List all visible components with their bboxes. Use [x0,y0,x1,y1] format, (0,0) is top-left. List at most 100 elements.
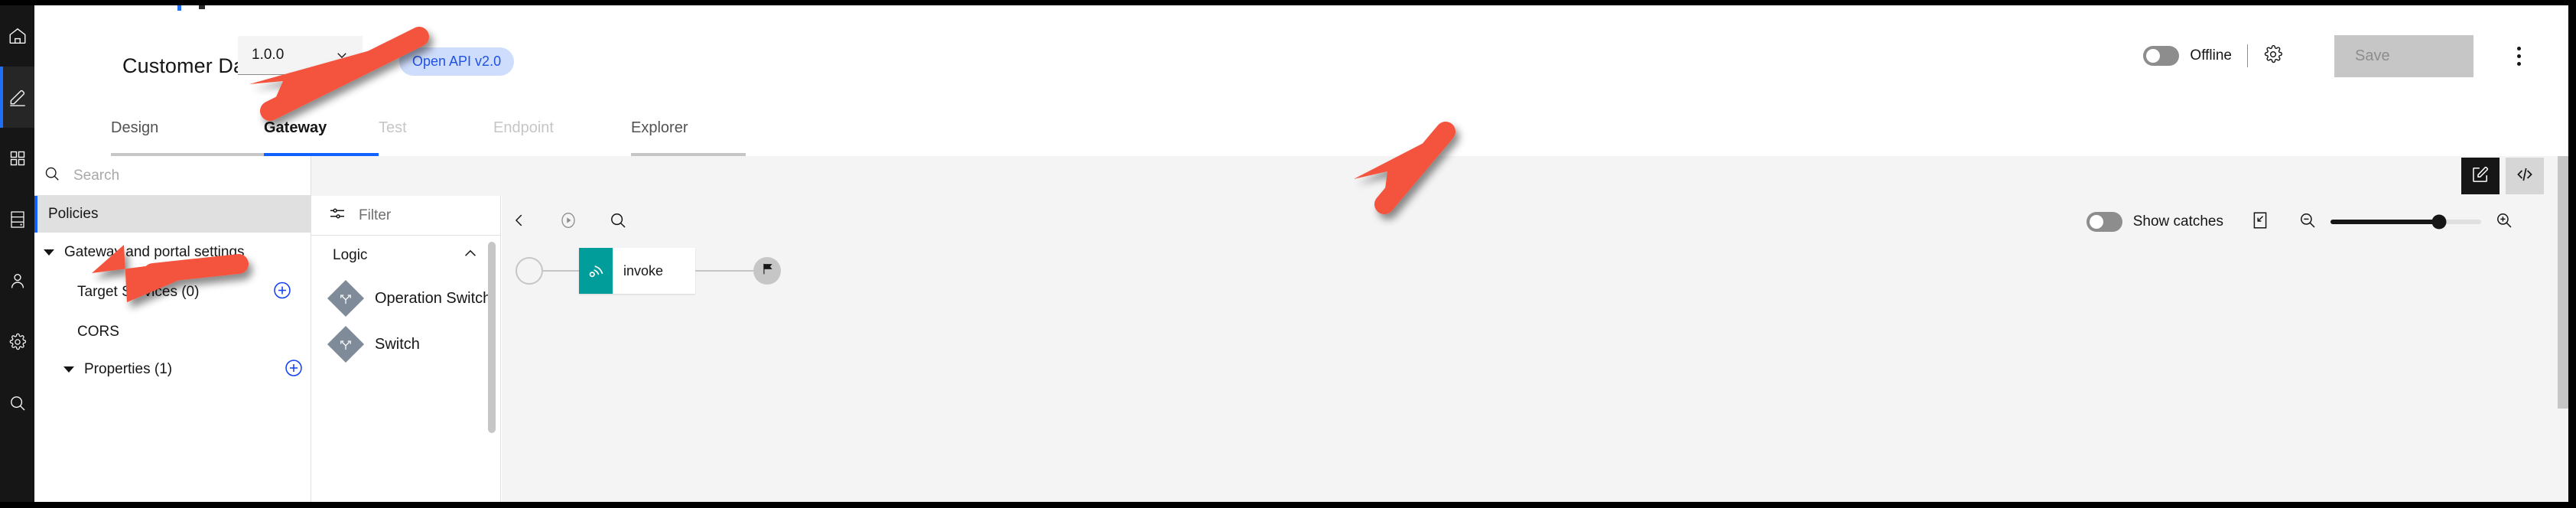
tab-underline [493,153,631,156]
policy-palette: Filter Logic Operation Switch Switch [311,196,501,502]
page-scrollbar-thumb[interactable] [2558,156,2568,409]
palette-group-logic[interactable]: Logic [311,236,500,275]
tab-label: Explorer [631,119,688,136]
toggle-knob [2146,49,2161,63]
tab-label: Endpoint [493,119,554,136]
top-chrome-accent-sliver [177,5,181,11]
version-select[interactable]: 1.0.0 [238,36,363,75]
explorer-item-label: CORS [77,324,119,340]
palette-filter[interactable]: Filter [311,196,500,236]
explorer-group-label: Properties (1) [84,361,173,377]
palette-item-operation-switch[interactable]: Operation Switch [311,275,500,321]
show-catches-label: Show catches [2132,213,2223,230]
gear-icon [2263,44,2283,68]
canvas-play-button[interactable] [558,210,578,234]
kebab-menu-icon [2516,46,2521,50]
edit-pencil-square-icon [2471,165,2490,187]
top-chrome-dark-sliver [199,5,205,9]
explorer-group-properties[interactable]: Properties (1) [34,352,311,387]
zoom-out-button[interactable] [2298,211,2317,233]
canvas-search-button[interactable] [609,211,627,233]
zoom-slider-thumb[interactable] [2431,214,2447,230]
explorer-item-cors[interactable]: CORS [34,312,311,352]
settings-button[interactable] [2263,44,2283,68]
api-header: Customer Database 1.0.0 Open API v2.0 Of… [34,5,2576,122]
rail-item-data[interactable] [0,189,34,250]
pencil-icon [8,87,28,107]
switch-branch-icon [327,325,365,363]
app-root: Customer Database 1.0.0 Open API v2.0 Of… [0,0,2576,508]
header-actions: Offline Save [2143,25,2530,86]
palette-item-label: Operation Switch [375,289,492,307]
tab-design[interactable]: Design [111,116,264,156]
caret-down-icon [44,249,54,256]
explorer-search[interactable]: Search [34,156,311,196]
zoom-slider[interactable] [2330,214,2481,230]
flow-start-node[interactable] [516,257,543,285]
home-icon [8,26,28,46]
palette-filter-input[interactable]: Filter [359,207,391,224]
bottom-window-chrome [0,502,2576,508]
tab-endpoint[interactable]: Endpoint [493,116,631,156]
explorer-group-label: Gateway and portal settings [64,244,245,260]
tab-test[interactable]: Test [379,116,493,156]
toggle-track [2086,212,2122,232]
header-divider [2247,44,2248,67]
canvas-back-button[interactable] [511,212,528,233]
visual-editor-button[interactable] [2461,158,2500,194]
zoom-in-icon [2495,211,2513,233]
zoom-out-icon [2298,211,2317,233]
fit-to-screen-icon [2251,210,2269,234]
search-icon [609,211,627,233]
rail-item-home[interactable] [0,5,34,67]
caret-down-icon [63,366,74,373]
grid-apps-icon [8,149,27,168]
palette-item-switch[interactable]: Switch [311,321,500,367]
search-input[interactable]: Search [73,168,119,184]
save-button[interactable]: Save [2334,34,2474,77]
offline-toggle-label: Offline [2190,47,2232,64]
tab-label: Gateway [264,119,327,136]
rail-item-settings[interactable] [0,311,34,373]
zoom-in-button[interactable] [2495,211,2513,233]
primary-tabs: Design Gateway Test Endpoint Explorer [34,116,2576,156]
explorer-item-label: Target Services (0) [77,284,200,300]
explorer-group-gateway-portal-settings[interactable]: Gateway and portal settings [34,233,311,272]
rail-item-apps[interactable] [0,128,34,189]
offline-toggle[interactable]: Offline [2143,46,2232,66]
explorer-item-policies[interactable]: Policies [34,196,311,233]
version-value: 1.0.0 [252,47,285,63]
search-icon [44,165,60,186]
flow-end-node[interactable] [753,257,781,285]
overflow-menu-button[interactable] [2507,41,2530,71]
flow-node-label: invoke [613,248,695,294]
flow-node-invoke[interactable]: invoke [579,248,695,294]
flow-graph: invoke [502,248,2544,502]
rail-item-users[interactable] [0,250,34,311]
spec-version-badge[interactable]: Open API v2.0 [399,47,515,76]
toggle-track [2143,46,2180,66]
code-brackets-icon [2515,164,2535,188]
rail-item-design[interactable] [0,67,34,128]
rail-item-search[interactable] [0,373,34,434]
fit-to-screen-button[interactable] [2251,210,2269,234]
show-catches-toggle[interactable]: Show catches [2086,212,2223,232]
plus-circle-icon[interactable] [284,358,304,382]
gateway-stage: Filter Logic Operation Switch Switch Sho… [311,156,2561,502]
right-window-chrome [2568,0,2576,508]
plus-circle-icon[interactable] [272,281,292,304]
explorer-item-target-services[interactable]: Target Services (0) [34,272,311,312]
tab-underline [631,153,746,156]
chevron-down-icon [335,48,349,62]
tab-label: Test [379,119,407,136]
flow-canvas[interactable]: Show catches invoke [502,196,2544,502]
tab-gateway[interactable]: Gateway [264,116,379,156]
flag-icon [760,262,775,280]
zoom-slider-fill [2330,220,2439,224]
tab-explorer[interactable]: Explorer [631,116,746,156]
flow-connector [695,270,753,272]
source-editor-button[interactable] [2506,158,2544,194]
chevron-left-icon [511,212,528,233]
palette-scrollbar[interactable] [488,242,496,433]
api-explorer-panel: Search Policies Gateway and portal setti… [34,156,311,502]
